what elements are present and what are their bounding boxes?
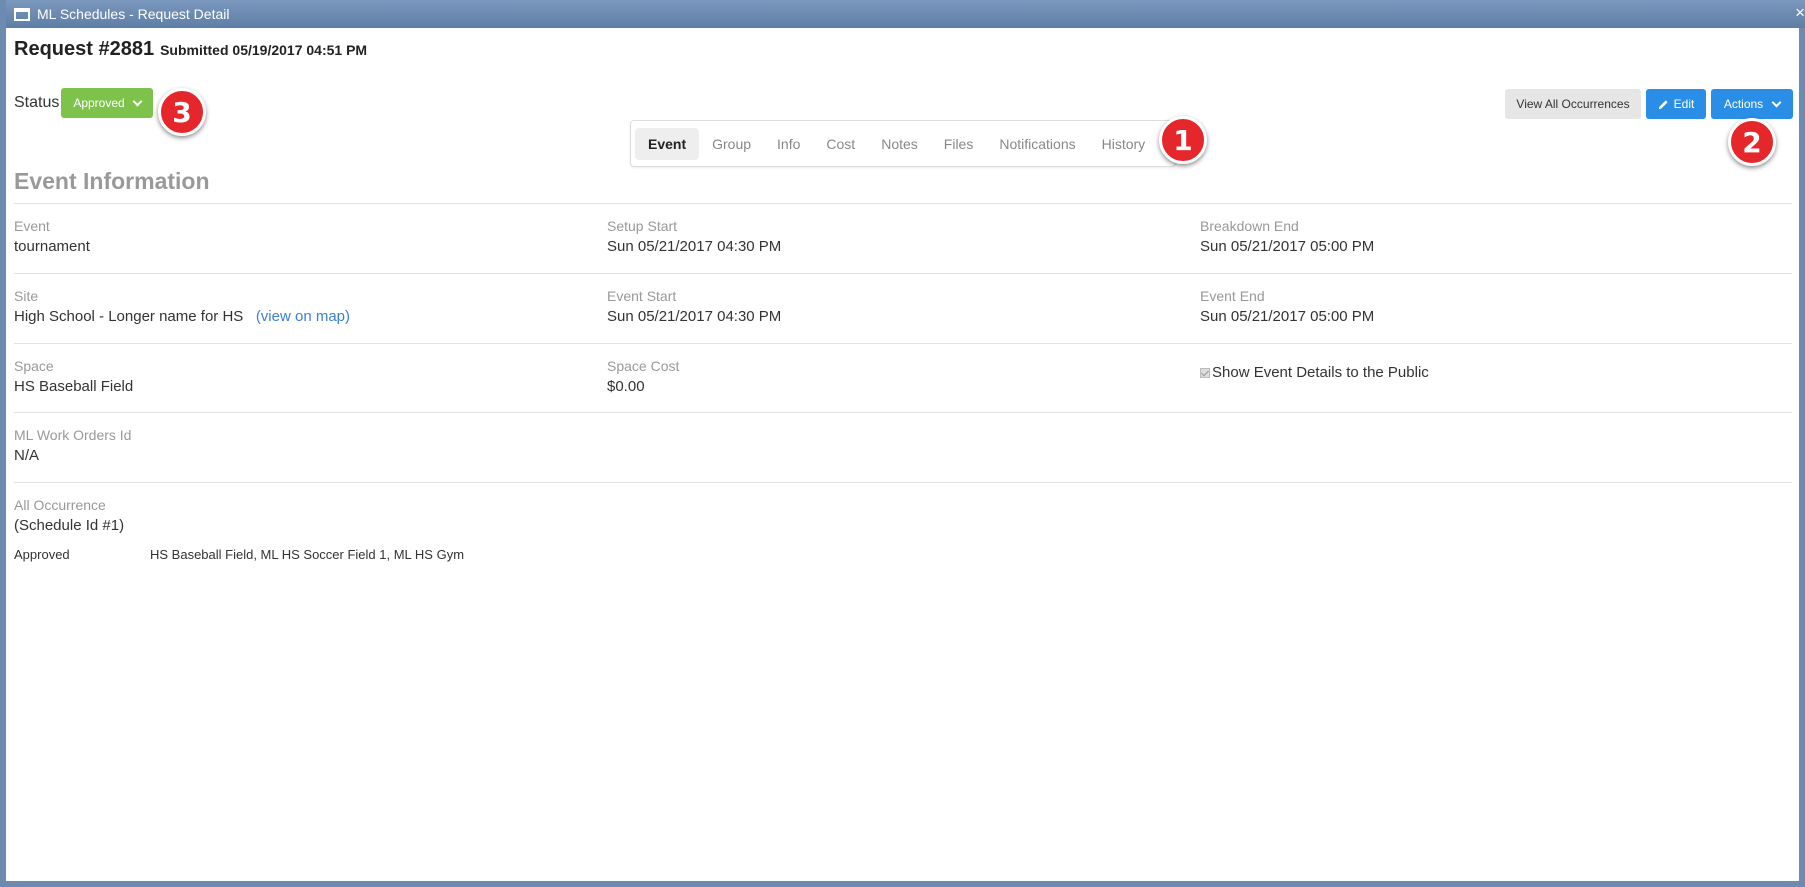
field-event-start: Event Start Sun 05/21/2017 04:30 PM (607, 288, 781, 325)
chevron-down-icon (1771, 97, 1782, 107)
callout-badge-1: 1 (1159, 116, 1207, 164)
status-value: Approved (73, 96, 125, 110)
field-label: Site (14, 288, 39, 304)
status-label: Status (14, 94, 60, 111)
field-event: Event tournament (14, 218, 90, 255)
tab-notifications[interactable]: Notifications (986, 128, 1088, 160)
field-value: Sun 05/21/2017 05:00 PM (1200, 238, 1375, 255)
submitted-date: Submitted 05/19/2017 04:51 PM (160, 42, 368, 58)
field-value: $0.00 (607, 378, 645, 395)
tab-event[interactable]: Event (635, 127, 700, 160)
tab-notes[interactable]: Notes (868, 128, 931, 160)
row-divider (14, 343, 1792, 344)
close-icon[interactable]: × (1795, 4, 1805, 22)
field-label: Event (14, 218, 50, 234)
chevron-down-icon (132, 96, 143, 106)
view-all-occurrences-button[interactable]: View All Occurrences (1505, 89, 1641, 119)
show-public-checkbox[interactable] (1200, 367, 1210, 378)
schedule-id-link[interactable]: (Schedule Id #1) (14, 517, 124, 534)
view-on-map-link[interactable]: (view on map) (256, 308, 350, 325)
occurrence-spaces: HS Baseball Field, ML HS Soccer Field 1,… (150, 547, 465, 562)
field-label: Event End (1200, 288, 1265, 304)
field-label: Setup Start (607, 218, 678, 234)
request-content: Request #2881 Submitted 05/19/2017 04:51 … (6, 28, 1799, 881)
field-value: HS Baseball Field (14, 378, 134, 395)
tab-history[interactable]: History (1089, 128, 1159, 160)
edit-label: Edit (1673, 97, 1695, 111)
field-label: Space Cost (607, 358, 680, 374)
callout-badge-3: 3 (158, 88, 206, 136)
field-setup-start: Setup Start Sun 05/21/2017 04:30 PM (607, 218, 781, 255)
occurrence-status: Approved (14, 547, 70, 562)
field-breakdown-end: Breakdown End Sun 05/21/2017 05:00 PM (1200, 218, 1374, 255)
row-divider (14, 203, 1792, 204)
request-number: Request #2881 (14, 38, 155, 60)
section-title: Event Information (14, 168, 210, 194)
field-value: Sun 05/21/2017 04:30 PM (607, 308, 782, 325)
tab-files[interactable]: Files (931, 128, 987, 160)
field-value: High School - Longer name for HS (view o… (14, 308, 350, 325)
field-label: Breakdown End (1200, 218, 1299, 234)
window-titlebar[interactable]: ML Schedules - Request Detail × (6, 0, 1805, 28)
field-label: Space (14, 358, 54, 374)
window-icon (14, 7, 30, 21)
field-value: N/A (14, 447, 40, 464)
field-event-end: Event End Sun 05/21/2017 05:00 PM (1200, 288, 1374, 325)
field-label: ML Work Orders Id (14, 427, 132, 443)
show-public-label: Show Event Details to the Public (1212, 364, 1429, 381)
window-title: ML Schedules - Request Detail (37, 6, 230, 22)
field-work-orders-id: ML Work Orders Id N/A (14, 427, 131, 464)
actions-dropdown-button[interactable]: Actions (1711, 89, 1793, 119)
field-site: Site High School - Longer name for HS (v… (14, 288, 350, 325)
field-space-cost: Space Cost $0.00 (607, 358, 679, 395)
site-name: High School - Longer name for HS (14, 308, 244, 325)
field-value: Sun 05/21/2017 05:00 PM (1200, 308, 1375, 325)
actions-label: Actions (1723, 97, 1764, 111)
callout-badge-2: 2 (1728, 118, 1776, 166)
list-item: Approved HS Baseball Field, ML HS Soccer … (14, 547, 464, 562)
edit-button[interactable]: Edit (1646, 89, 1706, 119)
tab-cost[interactable]: Cost (813, 128, 868, 160)
page-title: Request #2881 Submitted 05/19/2017 04:51 … (14, 38, 367, 61)
field-space: Space HS Baseball Field (14, 358, 133, 395)
row-divider (14, 273, 1792, 274)
row-divider (14, 482, 1792, 483)
field-label: Event Start (607, 288, 677, 304)
field-value: Sun 05/21/2017 04:30 PM (607, 238, 782, 255)
field-value: tournament (14, 238, 90, 255)
field-label: All Occurrence (14, 497, 106, 513)
pencil-icon (1658, 99, 1668, 109)
status-dropdown[interactable]: Approved (61, 88, 153, 118)
show-public-checkbox-field: Show Event Details to the Public (1200, 364, 1429, 381)
field-all-occurrence: All Occurrence (Schedule Id #1) (14, 497, 124, 534)
tab-info[interactable]: Info (764, 128, 813, 160)
tab-bar: Event Group Info Cost Notes Files Notifi… (630, 120, 1176, 167)
row-divider (14, 412, 1792, 413)
tab-group[interactable]: Group (699, 128, 764, 160)
